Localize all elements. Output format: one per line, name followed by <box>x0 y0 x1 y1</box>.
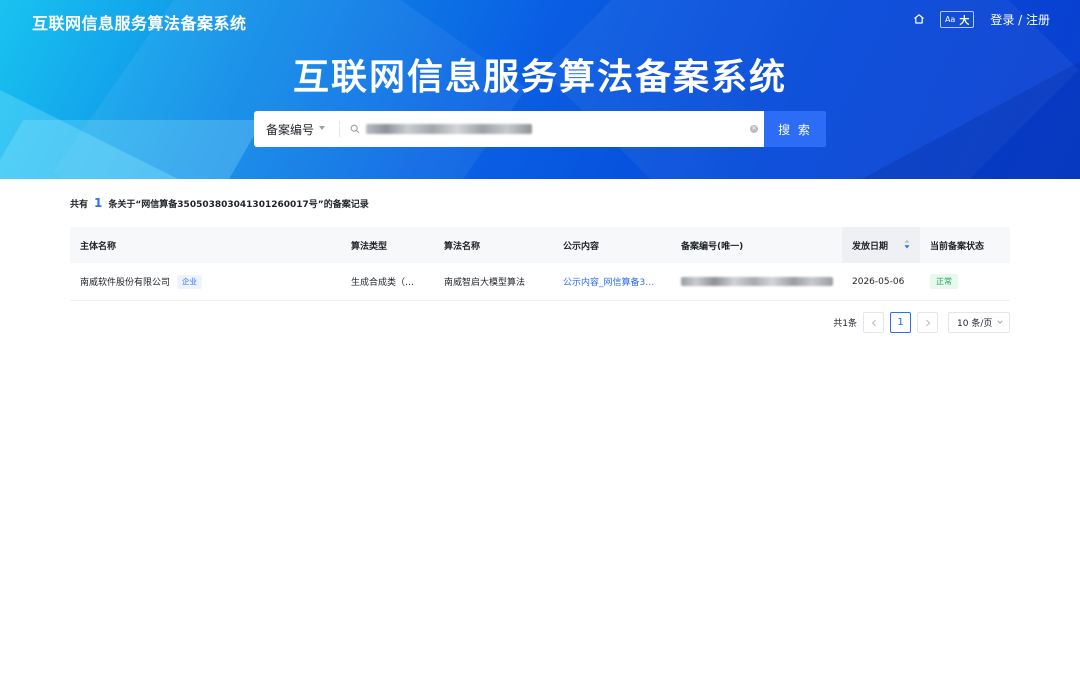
redacted-search-value <box>366 124 532 134</box>
column-header: 算法类型 <box>351 241 388 252</box>
column-header: 备案编号(唯一) <box>681 241 744 252</box>
page-size-select[interactable]: 10 条/页 <box>948 312 1010 333</box>
search-type-select[interactable]: 备案编号 <box>254 111 339 147</box>
search-icon <box>350 124 360 134</box>
algo-name-cell: 南威智启大模型算法 <box>444 278 526 288</box>
column-header-label: 发放日期 <box>852 241 889 252</box>
filing-number-cell <box>671 263 842 300</box>
result-count: 1 <box>94 196 103 210</box>
next-page-button[interactable] <box>917 312 938 333</box>
public-content-cell: 公示内容_网信算备3… <box>553 263 671 300</box>
entity-cell: 南威软件股份有限公司 企业 <box>70 263 341 300</box>
column-header-issue-date[interactable]: 发放日期 <box>842 227 920 263</box>
clear-icon[interactable]: ✕ <box>750 125 758 133</box>
top-nav: Aa 大 登录 / 注册 <box>912 10 1050 28</box>
results-table: 主体名称 算法类型 算法名称 公示内容 备案编号(唯一) 发放日期 当前备案状态… <box>70 227 1010 301</box>
status-cell: 正常 <box>920 263 1010 300</box>
home-icon[interactable] <box>912 12 926 26</box>
hero-banner: 互联网信息服务算法备案系统 Aa 大 登录 / 注册 互联网信息服务算法备案系统… <box>0 0 1080 179</box>
brand-title[interactable]: 互联网信息服务算法备案系统 <box>32 10 247 34</box>
pagination: 共1条 1 10 条/页 <box>833 312 1010 333</box>
column-header: 公示内容 <box>563 241 600 252</box>
table-body: 南威软件股份有限公司 企业 生成合成类（… 南威智启大模型算法 公示内容_网信算… <box>70 263 1010 301</box>
font-size-toggle[interactable]: Aa 大 <box>939 10 975 28</box>
chevron-right-icon <box>925 319 930 326</box>
search-button[interactable]: 搜 索 <box>764 111 826 147</box>
decor-shape <box>0 120 264 179</box>
search-type-label: 备案编号 <box>266 122 315 137</box>
font-toggle-small-label: Aa <box>944 14 956 24</box>
table-header: 主体名称 算法类型 算法名称 公示内容 备案编号(唯一) 发放日期 当前备案状态 <box>70 227 1010 263</box>
chevron-down-icon <box>997 320 1003 324</box>
summary-prefix: 共有 <box>70 200 89 210</box>
column-header: 当前备案状态 <box>930 241 985 252</box>
sort-icon[interactable] <box>904 239 910 249</box>
algo-type-cell: 生成合成类（… <box>351 278 415 288</box>
font-toggle-big-label: 大 <box>959 15 970 27</box>
hero-title: 互联网信息服务算法备案系统 <box>292 57 787 98</box>
prev-page-button[interactable] <box>863 312 884 333</box>
entity-type-tag: 企业 <box>177 274 203 289</box>
search-input[interactable]: ✕ <box>340 111 764 147</box>
caret-down-icon <box>319 126 325 130</box>
column-header: 算法名称 <box>444 241 481 252</box>
page-size-label: 10 条/页 <box>957 319 993 329</box>
public-content-link[interactable]: 公示内容_网信算备3… <box>563 275 654 288</box>
chevron-left-icon <box>871 319 876 326</box>
table-row: 南威软件股份有限公司 企业 生成合成类（… 南威智启大模型算法 公示内容_网信算… <box>70 263 1010 301</box>
result-summary: 共有 1 条关于“网信算备350503803041301260017号”的备案记… <box>70 196 369 210</box>
column-header: 主体名称 <box>80 241 117 252</box>
issue-date-cell: 2026-05-06 <box>852 276 905 287</box>
summary-suffix: 条关于“网信算备350503803041301260017号”的备案记录 <box>108 200 369 210</box>
status-badge: 正常 <box>930 274 958 289</box>
search-bar: 备案编号 ✕ 搜 索 <box>254 111 826 147</box>
entity-name: 南威软件股份有限公司 <box>80 278 171 288</box>
pagination-total: 共1条 <box>833 319 857 329</box>
redacted-filing-number <box>681 277 833 286</box>
page-button[interactable]: 1 <box>890 312 911 333</box>
login-register-link[interactable]: 登录 / 注册 <box>990 11 1050 28</box>
